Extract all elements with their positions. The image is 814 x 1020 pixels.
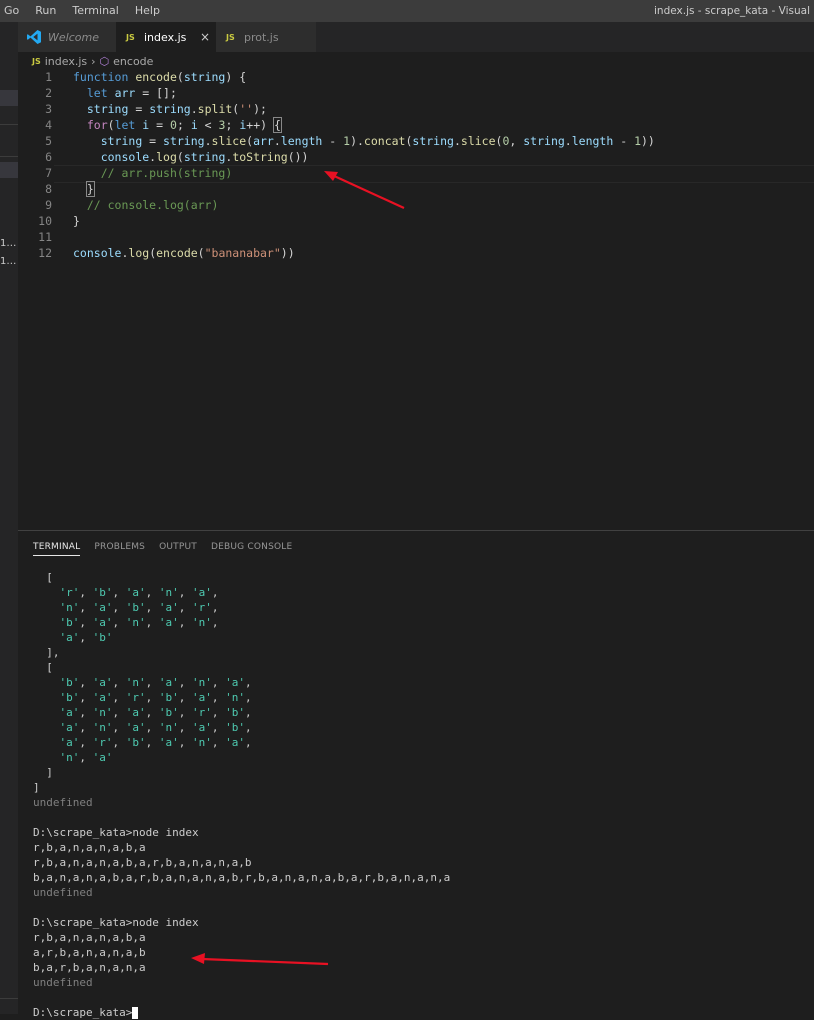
terminal-line: undefined: [33, 886, 93, 899]
menu-bar: Go Run Terminal Help: [4, 0, 176, 22]
terminal-line: [: [33, 571, 53, 584]
code-line[interactable]: console.log(string.toString()): [73, 149, 309, 165]
terminal-line: ]: [33, 766, 53, 779]
annotation-arrow-icon: [324, 171, 405, 209]
code-line[interactable]: for(let i = 0; i < 3; i++) {: [73, 117, 282, 133]
line-number: 1: [45, 70, 52, 84]
sidebar-selected-row[interactable]: [0, 90, 18, 106]
line-number: 6: [45, 150, 52, 164]
terminal-line: D:\scrape_kata>node index: [33, 916, 199, 929]
code-line[interactable]: let arr = [];: [73, 85, 177, 101]
terminal-output[interactable]: [ 'r', 'b', 'a', 'n', 'a', 'n', 'a', 'b'…: [33, 570, 813, 1020]
tab-welcome[interactable]: Welcome: [18, 22, 116, 52]
terminal-line: r,b,a,n,a,n,a,b,a,r,b,a,n,a,n,a,b: [33, 856, 252, 869]
line-number: 8: [45, 182, 52, 196]
tab-debug-console[interactable]: DEBUG CONSOLE: [211, 540, 292, 556]
terminal-line: b,a,r,b,a,n,a,n,a: [33, 961, 146, 974]
window-title: index.js - scrape_kata - Visual: [654, 5, 810, 17]
js-file-icon: JS: [126, 32, 135, 42]
terminal-line: r,b,a,n,a,n,a,b,a: [33, 931, 146, 944]
terminal-line: [: [33, 661, 53, 674]
terminal-line: b,a,n,a,n,a,b,a,r,b,a,n,a,n,a,b,r,b,a,n,…: [33, 871, 451, 884]
line-number: 11: [38, 230, 52, 244]
line-number: 9: [45, 198, 52, 212]
terminal-line: D:\scrape_kata>: [33, 1005, 813, 1020]
menu-help[interactable]: Help: [135, 0, 168, 22]
terminal-line: 'b', 'a', 'n', 'a', 'n',: [59, 616, 219, 629]
line-number: 10: [38, 214, 52, 228]
code-editor[interactable]: 1 function encode(string) { 2 let arr = […: [18, 69, 814, 529]
sidebar-divider: [0, 156, 18, 157]
line-number: 3: [45, 102, 52, 116]
line-number: 2: [45, 86, 52, 100]
annotation-arrow-icon: [191, 953, 329, 966]
tab-label: index.js: [144, 30, 187, 44]
code-line[interactable]: string = string.slice(arr.length - 1).co…: [73, 133, 655, 149]
line-number: 5: [45, 134, 52, 148]
title-bar: Go Run Terminal Help index.js - scrape_k…: [0, 0, 814, 22]
terminal-line: 'a', 'n', 'a', 'n', 'a', 'b',: [59, 721, 252, 734]
chevron-right-icon: ›: [91, 54, 96, 68]
sidebar-divider: [0, 124, 18, 125]
breadcrumb-symbol[interactable]: encode: [113, 55, 153, 68]
menu-go[interactable]: Go: [4, 0, 27, 22]
terminal-line: 'b', 'a', 'r', 'b', 'a', 'n',: [59, 691, 252, 704]
line-number: 7: [45, 166, 52, 180]
tab-label: Welcome: [48, 30, 99, 44]
symbol-method-icon: ⬡: [99, 54, 110, 68]
tab-label: prot.js: [244, 30, 279, 44]
tab-output[interactable]: OUTPUT: [159, 540, 197, 556]
sidebar-selected-row[interactable]: [0, 162, 18, 178]
code-line[interactable]: console.log(encode("bananabar")): [73, 245, 295, 261]
terminal-line: 'n', 'a': [59, 751, 113, 764]
sidebar-strip: 1… 1…: [0, 22, 18, 1014]
panel-divider[interactable]: [18, 530, 814, 531]
tab-problems[interactable]: PROBLEMS: [94, 540, 145, 556]
code-line[interactable]: }: [73, 213, 80, 229]
sidebar-divider: [0, 998, 18, 999]
sidebar-item-label[interactable]: 1…: [0, 238, 16, 249]
terminal-line: D:\scrape_kata>node index: [33, 826, 199, 839]
terminal-line: undefined: [33, 976, 93, 989]
terminal-line: 'a', 'b': [59, 631, 113, 644]
terminal-line: r,b,a,n,a,n,a,b,a: [33, 841, 146, 854]
panel-tabs: TERMINAL PROBLEMS OUTPUT DEBUG CONSOLE: [33, 540, 306, 556]
breadcrumb-file[interactable]: index.js: [45, 55, 87, 68]
menu-run[interactable]: Run: [35, 0, 64, 22]
terminal-line: 'r', 'b', 'a', 'n', 'a',: [59, 586, 219, 599]
close-icon[interactable]: ×: [200, 30, 210, 44]
terminal-line: 'n', 'a', 'b', 'a', 'r',: [59, 601, 219, 614]
code-line[interactable]: function encode(string) {: [73, 69, 246, 85]
terminal-line: 'a', 'n', 'a', 'b', 'r', 'b',: [59, 706, 252, 719]
sidebar-item-label[interactable]: 1…: [0, 256, 16, 267]
code-line[interactable]: // console.log(arr): [73, 197, 219, 213]
js-file-icon: JS: [32, 56, 41, 66]
terminal-line: ]: [33, 781, 40, 794]
tab-index-js[interactable]: JS index.js ×: [116, 22, 216, 52]
tab-prot-js[interactable]: JS prot.js: [216, 22, 316, 52]
js-file-icon: JS: [226, 32, 235, 42]
breadcrumb: JS index.js › ⬡ encode: [32, 53, 153, 69]
tab-terminal[interactable]: TERMINAL: [33, 540, 81, 556]
code-line[interactable]: }: [73, 181, 95, 197]
editor-tabs: Welcome JS index.js × JS prot.js: [18, 22, 814, 52]
line-number: 4: [45, 118, 52, 132]
terminal-line: a,r,b,a,n,a,n,a,b: [33, 946, 146, 959]
code-line[interactable]: string = string.split('');: [73, 101, 267, 117]
terminal-line: 'b', 'a', 'n', 'a', 'n', 'a',: [59, 676, 252, 689]
terminal-line: 'a', 'r', 'b', 'a', 'n', 'a',: [59, 736, 252, 749]
code-line[interactable]: // arr.push(string): [73, 165, 233, 181]
vscode-icon: [27, 30, 41, 44]
terminal-line: undefined: [33, 796, 93, 809]
line-number: 12: [38, 246, 52, 260]
terminal-cursor: [132, 1007, 139, 1019]
terminal-line: ],: [33, 646, 60, 659]
menu-terminal[interactable]: Terminal: [72, 0, 127, 22]
